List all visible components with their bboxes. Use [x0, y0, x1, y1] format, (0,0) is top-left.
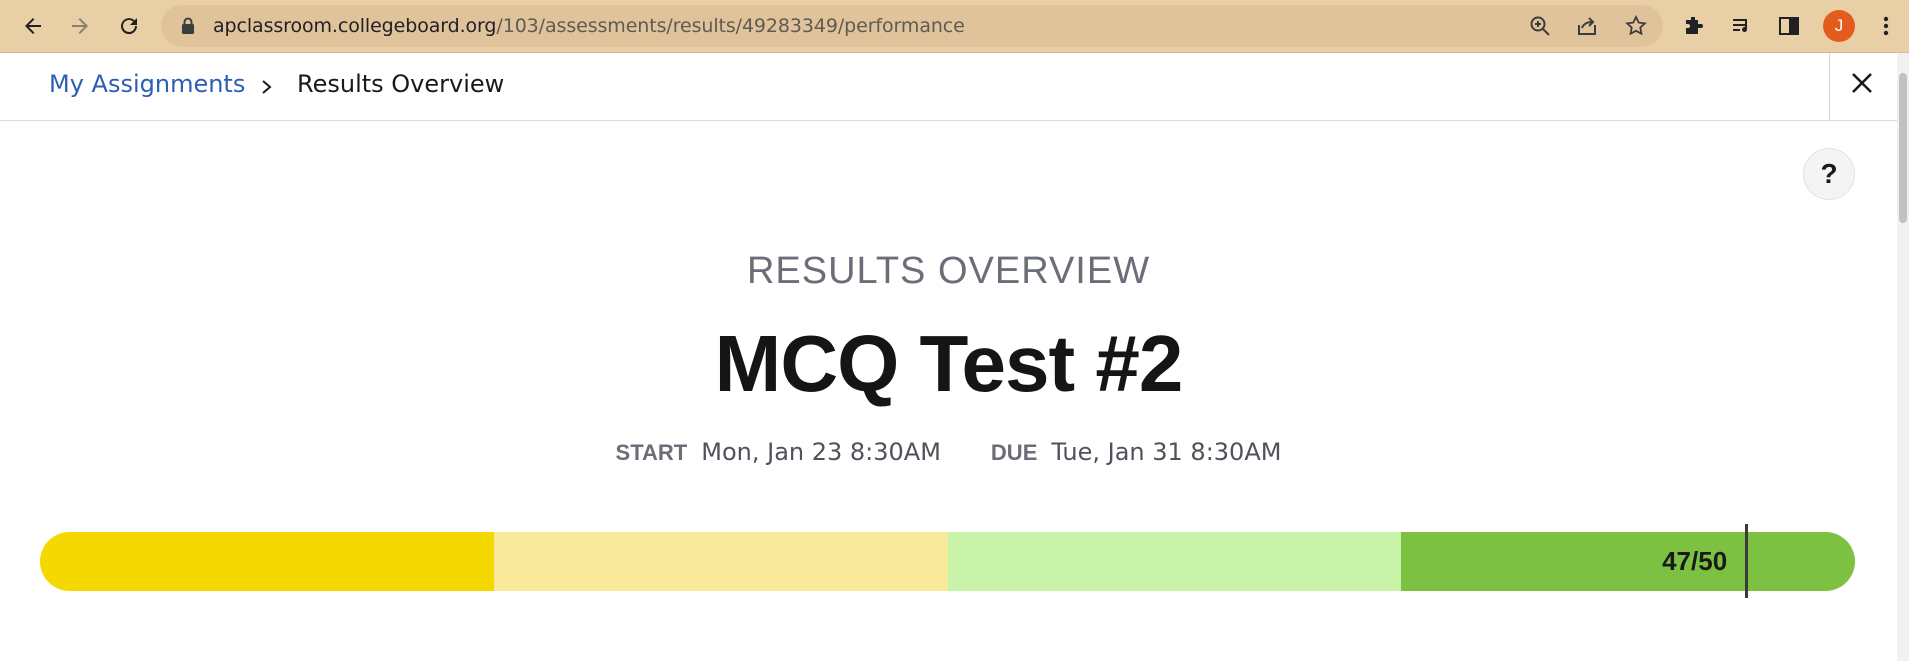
- share-icon[interactable]: [1575, 14, 1599, 38]
- score-band-4: [1401, 532, 1855, 591]
- breadcrumb-link-my-assignments[interactable]: My Assignments: [49, 70, 245, 98]
- chevron-right-icon: [262, 80, 272, 94]
- browser-menu-icon[interactable]: [1872, 12, 1900, 40]
- address-bar[interactable]: apclassroom.collegeboard.org/103/assessm…: [161, 5, 1663, 47]
- start-value: Mon, Jan 23 8:30AM: [701, 438, 941, 466]
- score-marker: [1745, 524, 1749, 598]
- close-button[interactable]: [1845, 63, 1879, 103]
- forward-arrow-icon: [72, 18, 88, 34]
- reload-icon: [121, 18, 138, 35]
- url-text: apclassroom.collegeboard.org/103/assessm…: [213, 15, 965, 37]
- due-label: DUE: [990, 440, 1038, 465]
- lock-icon: [182, 17, 194, 34]
- reload-button[interactable]: [112, 9, 146, 43]
- breadcrumb-current: Results Overview: [297, 70, 505, 98]
- score-band-2: [493, 532, 948, 591]
- assignment-dates: START Mon, Jan 23 8:30AM DUE Tue, Jan 31…: [0, 438, 1897, 466]
- profile-avatar[interactable]: J: [1823, 10, 1855, 42]
- scrollbar-thumb[interactable]: [1899, 73, 1907, 223]
- header-divider: [1829, 53, 1830, 121]
- extensions-icon[interactable]: [1680, 12, 1708, 40]
- back-button[interactable]: [16, 9, 50, 43]
- start-label: START: [615, 440, 688, 465]
- score-band-1: [40, 532, 494, 591]
- forward-button[interactable]: [63, 9, 97, 43]
- back-arrow-icon: [25, 18, 41, 34]
- browser-toolbar: apclassroom.collegeboard.org/103/assessm…: [0, 0, 1909, 53]
- page-scrollbar[interactable]: [1897, 53, 1909, 661]
- zoom-icon[interactable]: [1528, 14, 1552, 38]
- page-title: MCQ Test #2: [714, 319, 1184, 408]
- score-label: 47/50: [1662, 546, 1728, 576]
- score-band-3: [947, 532, 1402, 591]
- score-bar: [40, 532, 1855, 591]
- due-value: Tue, Jan 31 8:30AM: [1051, 438, 1282, 466]
- close-icon: [1852, 73, 1872, 93]
- side-panel-icon[interactable]: [1775, 12, 1803, 40]
- media-queue-icon[interactable]: [1728, 12, 1756, 40]
- breadcrumb: My Assignments Results Overview: [0, 53, 1897, 121]
- results-eyebrow: RESULTS OVERVIEW: [746, 250, 1151, 292]
- help-button[interactable]: ?: [1803, 148, 1855, 200]
- bookmark-star-icon[interactable]: [1624, 14, 1648, 38]
